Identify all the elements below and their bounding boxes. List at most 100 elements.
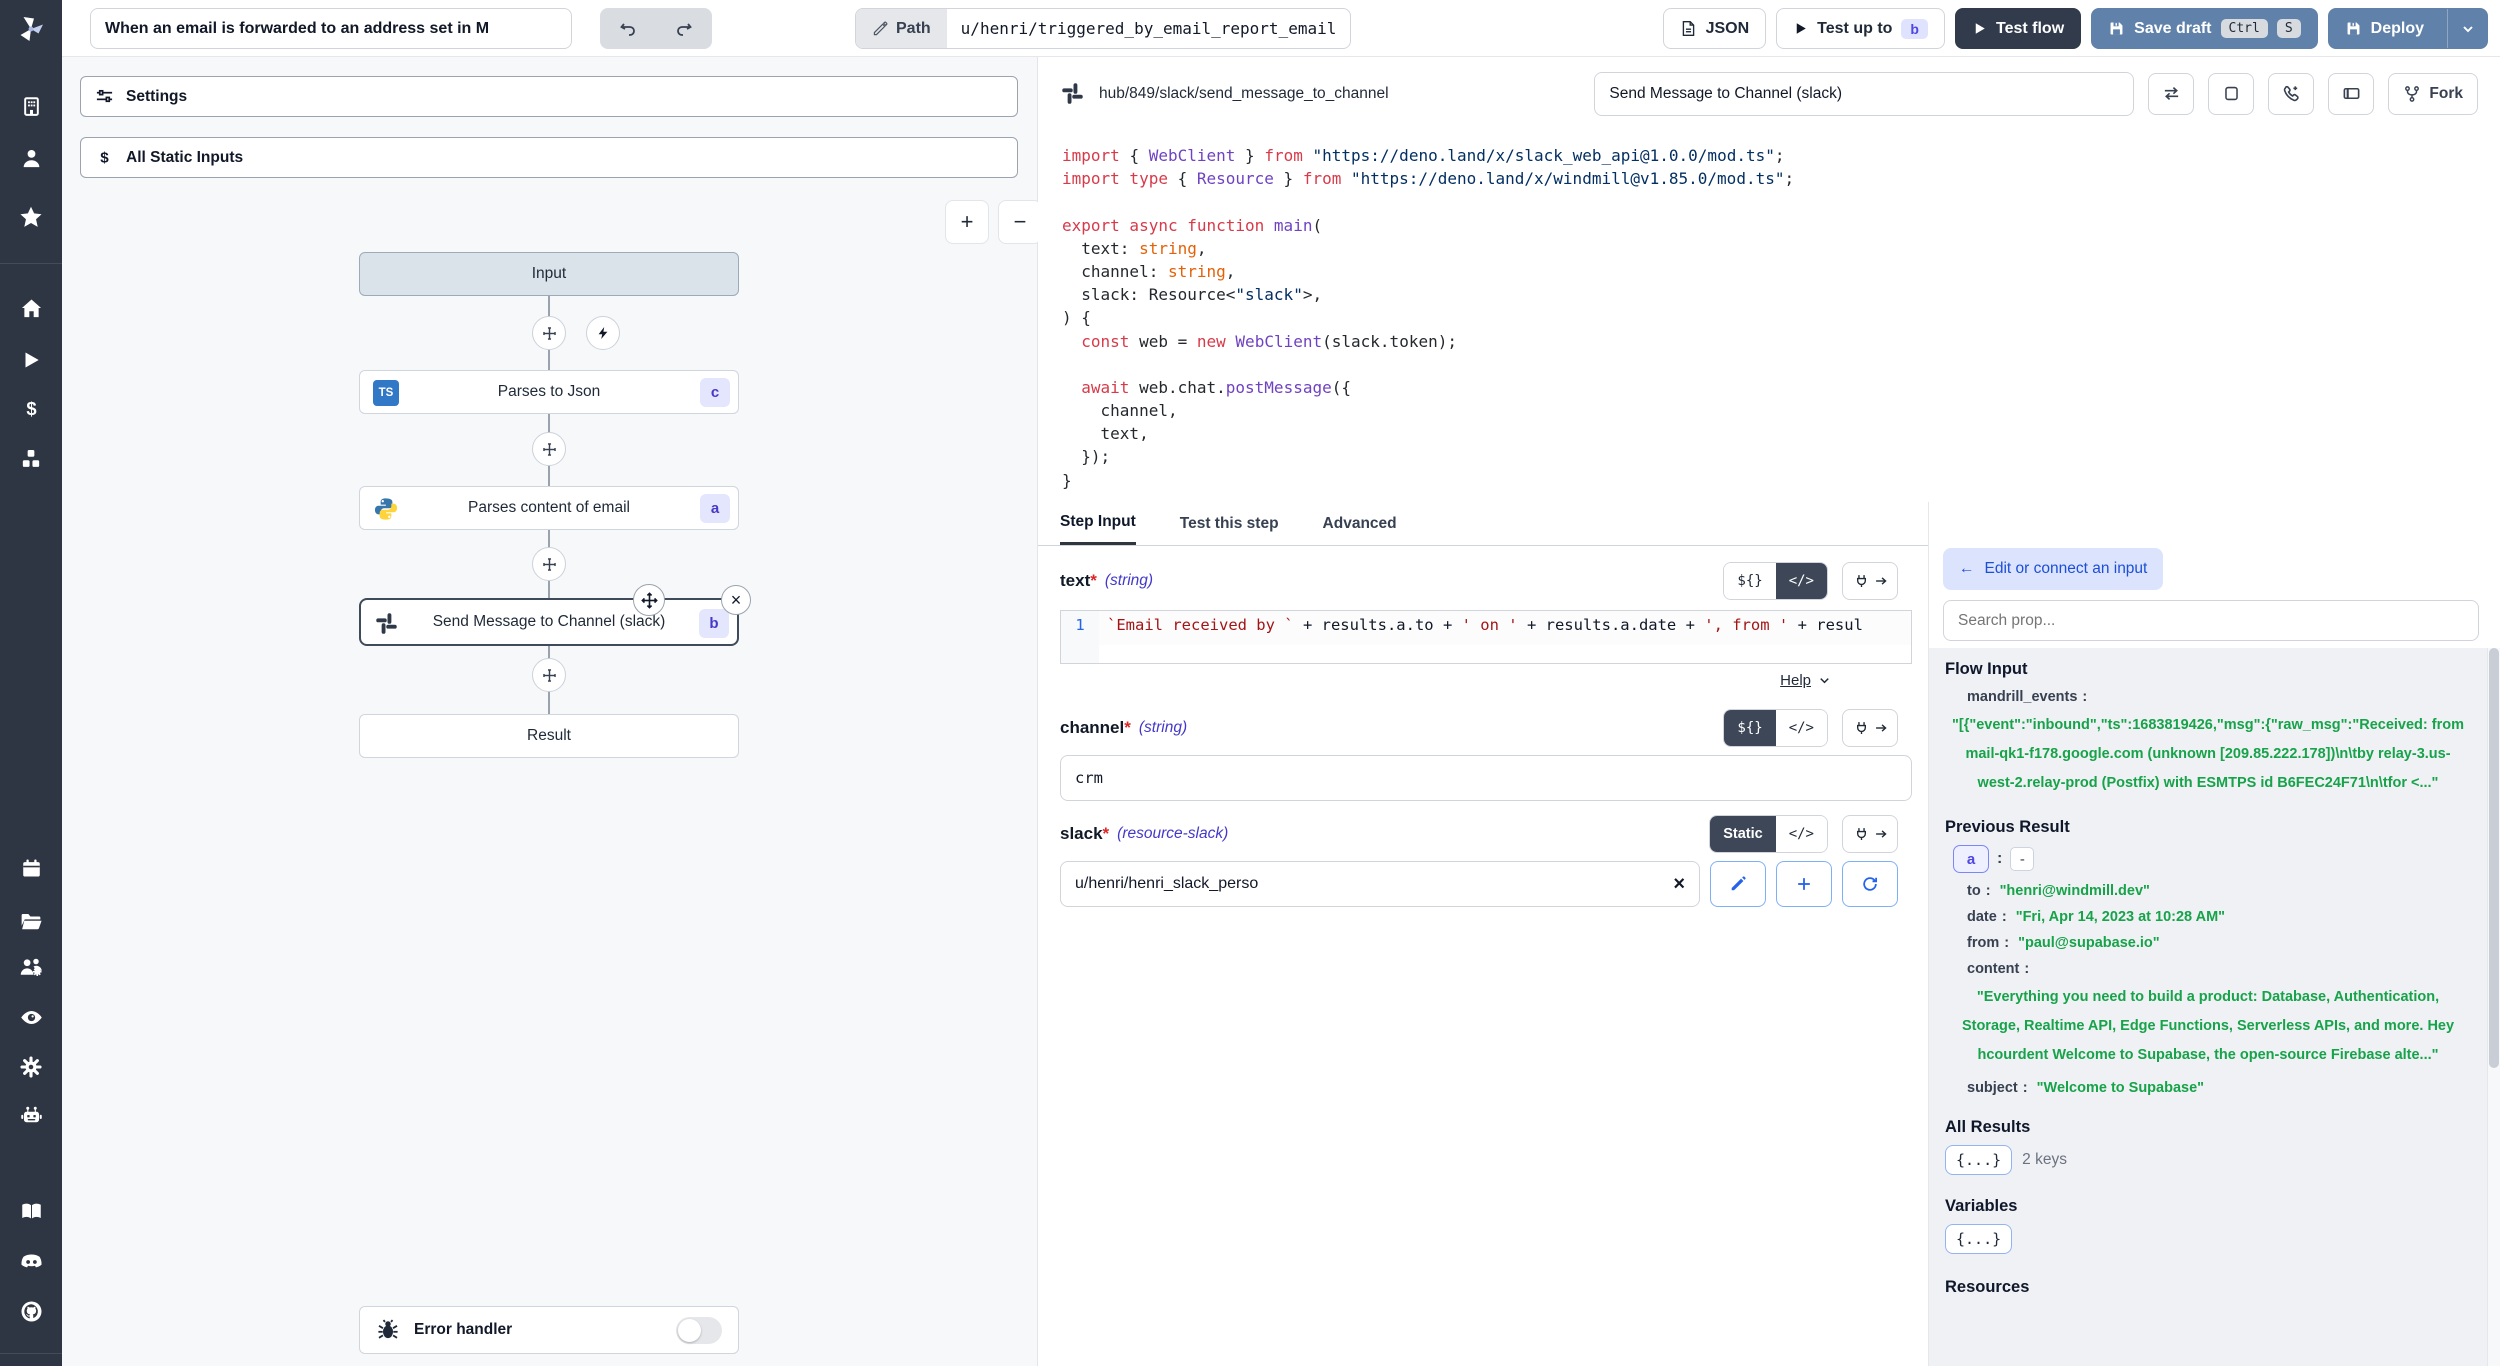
- fork-button[interactable]: Fork: [2388, 73, 2478, 115]
- flow-node-input[interactable]: Input: [359, 252, 739, 296]
- result-key: to: [1967, 883, 1981, 899]
- scrollbar-thumb[interactable]: [2489, 648, 2499, 1068]
- insert-step-button[interactable]: [532, 316, 566, 350]
- sidebar-item-audit-logs[interactable]: [0, 1005, 62, 1030]
- add-resource-button[interactable]: [1776, 861, 1832, 907]
- hub-script-path[interactable]: hub/849/slack/send_message_to_channel: [1099, 85, 1389, 103]
- flow-node-c[interactable]: TS Parses to Json c: [359, 370, 739, 414]
- connect-input-button[interactable]: [1842, 562, 1898, 600]
- sidebar-item-discord[interactable]: [0, 1249, 62, 1274]
- edit-resource-button[interactable]: [1710, 861, 1766, 907]
- refresh-resource-button[interactable]: [1842, 861, 1898, 907]
- sidebar-item-worker-groups[interactable]: [0, 1103, 62, 1128]
- sidebar-item-folders[interactable]: [0, 909, 62, 933]
- sidebar-item-github[interactable]: [0, 1299, 62, 1324]
- text-expression[interactable]: `Email received by ` + results.a.to + ' …: [1099, 611, 1911, 663]
- sidebar-item-workers[interactable]: [0, 955, 62, 980]
- test-up-to-button[interactable]: Test up to b: [1776, 8, 1945, 49]
- mandrill-events-value[interactable]: "[{"event":"inbound","ts":1683819426,"ms…: [1945, 711, 2471, 798]
- flow-summary-input[interactable]: [90, 8, 572, 49]
- search-prop-input[interactable]: [1943, 600, 2479, 641]
- error-handler-toggle[interactable]: [676, 1317, 722, 1344]
- insert-step-button[interactable]: [532, 547, 566, 581]
- connect-input-button[interactable]: [1842, 709, 1898, 747]
- channel-value-input[interactable]: crm: [1060, 755, 1912, 801]
- zoom-in-button[interactable]: +: [945, 200, 989, 244]
- deploy-menu-button[interactable]: [2447, 9, 2487, 48]
- error-handler-node[interactable]: Error handler: [359, 1306, 739, 1354]
- result-content-value[interactable]: "Everything you need to build a product:…: [1945, 983, 2471, 1070]
- toggle-code[interactable]: </>: [1776, 816, 1827, 852]
- flow-node-a[interactable]: Parses content of email a: [359, 486, 739, 530]
- save-draft-button[interactable]: Save draft Ctrl S: [2091, 8, 2318, 49]
- dock-panel-button[interactable]: [2328, 73, 2374, 115]
- toggle-code[interactable]: </>: [1776, 563, 1827, 599]
- flow-settings-button[interactable]: Settings: [80, 76, 1018, 117]
- result-content-row[interactable]: content:: [1945, 961, 2471, 977]
- all-static-inputs-button[interactable]: $ All Static Inputs: [80, 137, 1018, 178]
- flow-node-b-selected[interactable]: Send Message to Channel (slack) b ×: [359, 598, 739, 646]
- text-expression-editor[interactable]: 1 `Email received by ` + results.a.to + …: [1060, 610, 1912, 664]
- code-token: Resource: [1197, 169, 1274, 188]
- sidebar-item-schedules[interactable]: [0, 857, 62, 880]
- connect-input-button[interactable]: [1842, 815, 1898, 853]
- deploy-button[interactable]: Deploy: [2329, 9, 2438, 48]
- sidebar-item-variables[interactable]: $: [0, 397, 62, 420]
- undo-button[interactable]: [605, 12, 651, 45]
- windmill-logo[interactable]: [0, 0, 62, 57]
- channel-field-label: channel: [1060, 718, 1124, 738]
- delete-node-button[interactable]: ×: [721, 585, 751, 615]
- result-subject-row[interactable]: subject: "Welcome to Supabase": [1945, 1080, 2471, 1096]
- sidebar-item-home[interactable]: [0, 297, 62, 320]
- expand-all-results-button[interactable]: {...}: [1945, 1145, 2012, 1175]
- plug-icon: [1853, 573, 1870, 590]
- sidebar-item-docs[interactable]: [0, 1199, 62, 1224]
- sidebar-item-favorites[interactable]: [0, 205, 62, 229]
- restart-button[interactable]: [2148, 73, 2194, 115]
- expand-editor-button[interactable]: [2208, 73, 2254, 115]
- insert-step-button[interactable]: [532, 432, 566, 466]
- insert-step-button[interactable]: [532, 658, 566, 692]
- code-token: [1226, 332, 1236, 351]
- result-to-row[interactable]: to: "henri@windmill.dev": [1945, 883, 2471, 899]
- webhook-button[interactable]: [2268, 73, 2314, 115]
- context-scroll-area: Flow Input mandrill_events: "[{"event":"…: [1929, 648, 2500, 1366]
- expand-variables-button[interactable]: {...}: [1945, 1224, 2012, 1254]
- toggle-expr[interactable]: ${}: [1724, 710, 1775, 746]
- flow-node-result[interactable]: Result: [359, 714, 739, 758]
- result-date-row[interactable]: date: "Fri, Apr 14, 2023 at 10:28 AM": [1945, 909, 2471, 925]
- zoom-in-label: +: [961, 209, 974, 235]
- toggle-static[interactable]: Static: [1710, 816, 1776, 852]
- move-node-handle[interactable]: [633, 584, 665, 616]
- result-from-row[interactable]: from: "paul@supabase.io": [1945, 935, 2471, 951]
- insert-trigger-button[interactable]: [586, 316, 620, 350]
- tab-advanced[interactable]: Advanced: [1323, 502, 1397, 545]
- toggle-expr[interactable]: ${}: [1724, 563, 1775, 599]
- edit-or-connect-button[interactable]: ← Edit or connect an input: [1943, 548, 2163, 590]
- path-group[interactable]: Path u/henri/triggered_by_email_report_e…: [855, 8, 1351, 49]
- code-editor[interactable]: import { WebClient } from "https://deno.…: [1038, 130, 2500, 502]
- sidebar-item-resources[interactable]: [0, 447, 62, 471]
- sidebar-item-user[interactable]: [0, 147, 62, 170]
- zoom-out-button[interactable]: −: [998, 200, 1042, 244]
- sidebar-item-settings[interactable]: [0, 1055, 62, 1079]
- json-button[interactable]: JSON: [1663, 8, 1767, 49]
- sidebar-item-workspace[interactable]: [0, 95, 62, 118]
- test-flow-button[interactable]: Test flow: [1955, 8, 2081, 49]
- mandrill-events-row[interactable]: mandrill_events:: [1945, 689, 2471, 705]
- toggle-code[interactable]: </>: [1776, 710, 1827, 746]
- result-a-badge[interactable]: a: [1953, 845, 1989, 873]
- scrollbar[interactable]: [2487, 648, 2500, 1366]
- plus-crosshair-icon: [541, 325, 558, 342]
- tab-test-this-step[interactable]: Test this step: [1180, 502, 1279, 545]
- tab-step-input[interactable]: Step Input: [1060, 502, 1136, 545]
- path-chip[interactable]: Path: [856, 9, 947, 48]
- sidebar-item-runs[interactable]: [0, 349, 62, 371]
- path-value[interactable]: u/henri/triggered_by_email_report_email: [947, 9, 1351, 48]
- collapse-button[interactable]: -: [2010, 847, 2034, 871]
- help-link[interactable]: Help: [1780, 672, 1811, 689]
- step-summary-input[interactable]: [1594, 72, 2134, 116]
- redo-button[interactable]: [661, 12, 707, 45]
- slack-resource-picker[interactable]: u/henri/henri_slack_perso ×: [1060, 861, 1700, 907]
- clear-resource-button[interactable]: ×: [1673, 873, 1685, 896]
